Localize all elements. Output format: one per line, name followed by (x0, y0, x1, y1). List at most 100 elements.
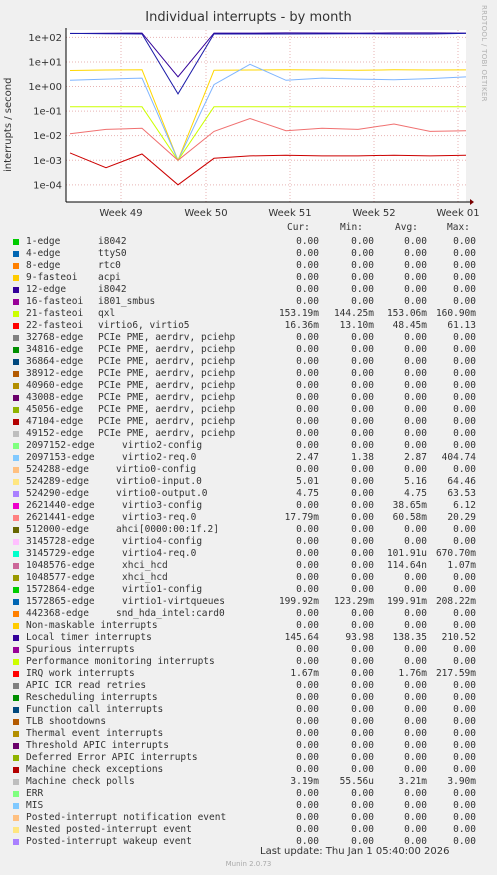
legend-row: 2621441-edge virtio3-req.0 17.79m 0.00 60.58… (0, 512, 497, 524)
legend-avg: 0.00 (404, 440, 427, 451)
legend-swatch (13, 803, 19, 809)
legend-device: virtio3-config (122, 500, 203, 511)
legend-row: 8-edge rtc0 0.00 0.00 0.00 0.00 (0, 260, 497, 272)
legend-cur: 199.92m (278, 596, 319, 607)
legend-swatch (13, 527, 19, 533)
legend-device: virtio0-input.0 (116, 476, 202, 487)
legend-min: 0.00 (351, 668, 374, 679)
legend-max: 0.00 (453, 344, 476, 355)
x-tick-label: Week 51 (268, 208, 311, 219)
legend-device: virtio2-config (122, 440, 203, 451)
legend-avg: 0.00 (404, 296, 427, 307)
legend-label: 1048577-edge (26, 572, 95, 583)
legend-avg: 0.00 (404, 536, 427, 547)
legend-min: 0.00 (351, 428, 374, 439)
legend-max: 0.00 (453, 824, 476, 835)
legend-swatch (13, 479, 19, 485)
legend-avg: 0.00 (404, 332, 427, 343)
legend-min: 0.00 (351, 368, 374, 379)
legend-row: 2621440-edge virtio3-config 0.00 0.00 38.65m… (0, 500, 497, 512)
legend-cur: 0.00 (296, 764, 319, 775)
legend-row: 40960-edge PCIe PME, aerdrv, pciehp 0.00 0.… (0, 380, 497, 392)
legend-swatch (13, 575, 19, 581)
legend-swatch (13, 467, 19, 473)
legend-swatch (13, 767, 19, 773)
legend-cur: 0.00 (296, 800, 319, 811)
legend-cur: 0.00 (296, 440, 319, 451)
legend-avg: 0.00 (404, 644, 427, 655)
legend-label: Deferred Error APIC interrupts (26, 752, 198, 763)
legend-cur: 0.00 (296, 560, 319, 571)
legend-avg: 0.00 (404, 260, 427, 271)
legend-swatch (13, 695, 19, 701)
legend-cur: 0.00 (296, 788, 319, 799)
legend-max: 0.00 (453, 716, 476, 727)
legend-min: 0.00 (351, 440, 374, 451)
legend-avg: 0.00 (404, 680, 427, 691)
legend-min: 144.25m (333, 308, 374, 319)
legend-max: 0.00 (453, 620, 476, 631)
legend-device: qxl (98, 308, 116, 319)
legend-device: ahci[0000:00:1f.2] (116, 524, 219, 535)
legend-device: PCIe PME, aerdrv, pciehp (98, 356, 236, 367)
legend-row: Local timer interrupts 145.64 93.98 138.35 2… (0, 632, 497, 644)
legend-swatch (13, 623, 19, 629)
legend-avg: 101.91u (386, 548, 427, 559)
legend-cur: 0.00 (296, 548, 319, 559)
legend-min: 0.00 (351, 248, 374, 259)
legend-row: 1048576-edge xhci_hcd 0.00 0.00 114.64n 1.07m (0, 560, 497, 572)
munin-version: Munin 2.0.73 (225, 860, 272, 868)
legend-cur: 2.47 (296, 452, 319, 463)
legend-device: i801_smbus (98, 296, 156, 307)
legend-device: i8042 (98, 236, 127, 247)
legend-swatch (13, 827, 19, 833)
legend-device: PCIe PME, aerdrv, pciehp (98, 332, 236, 343)
legend-row: Function call interrupts 0.00 0.00 0.00 0.00 (0, 704, 497, 716)
legend-min: 0.00 (351, 620, 374, 631)
legend-swatch (13, 635, 19, 641)
legend-min: 1.38 (351, 452, 374, 463)
legend-max: 20.29 (447, 512, 476, 523)
legend-label: 34816-edge (26, 344, 84, 355)
legend-row: 4-edge ttyS0 0.00 0.00 0.00 0.00 (0, 248, 497, 260)
legend-cur: 0.00 (296, 284, 319, 295)
legend-min: 0.00 (351, 524, 374, 535)
legend-min: 0.00 (351, 692, 374, 703)
legend-swatch (13, 419, 19, 425)
legend-label: 8-edge (26, 260, 61, 271)
legend-row: 524290-edge virtio0-output.0 4.75 0.00 4.75 6… (0, 488, 497, 500)
legend-row: 12-edge i8042 0.00 0.00 0.00 0.00 (0, 284, 497, 296)
legend-row: 1572864-edge virtio1-config 0.00 0.00 0.00 0.… (0, 584, 497, 596)
legend-avg: 2.87 (404, 452, 427, 463)
legend-label: 524288-edge (26, 464, 89, 475)
legend-label: 2097152-edge (26, 440, 95, 451)
legend-cur: 0.00 (296, 272, 319, 283)
legend-avg: 0.00 (404, 740, 427, 751)
y-tick-label: 1e-04 (33, 180, 62, 191)
legend-row: Posted-interrupt notification event 0.00 0… (0, 812, 497, 824)
legend-min: 0.00 (351, 704, 374, 715)
legend-max: 0.00 (453, 584, 476, 595)
legend-swatch (13, 563, 19, 569)
legend-min: 0.00 (351, 404, 374, 415)
legend-label: Function call interrupts (26, 704, 164, 715)
legend-swatch (13, 755, 19, 761)
legend-label: Posted-interrupt wakeup event (26, 836, 192, 847)
legend-avg: 0.00 (404, 236, 427, 247)
legend-device: PCIe PME, aerdrv, pciehp (98, 368, 236, 379)
legend-max: 0.00 (453, 392, 476, 403)
legend-device: virtio1-virtqueues (122, 596, 225, 607)
legend-label: 524289-edge (26, 476, 89, 487)
legend-row: 442368-edge snd_hda_intel:card0 0.00 0.00 0.… (0, 608, 497, 620)
legend-label: Performance monitoring interrupts (26, 656, 215, 667)
legend-max: 63.53 (447, 488, 476, 499)
legend-avg: 0.00 (404, 800, 427, 811)
legend-swatch (13, 311, 19, 317)
legend-label: Spurious interrupts (26, 644, 135, 655)
legend-max: 0.00 (453, 440, 476, 451)
legend-label: 2621440-edge (26, 500, 95, 511)
legend-row: Thermal event interrupts 0.00 0.00 0.00 0.00 (0, 728, 497, 740)
legend-label: 47104-edge (26, 416, 84, 427)
legend-min: 0.00 (351, 644, 374, 655)
legend-label: TLB shootdowns (26, 716, 107, 727)
